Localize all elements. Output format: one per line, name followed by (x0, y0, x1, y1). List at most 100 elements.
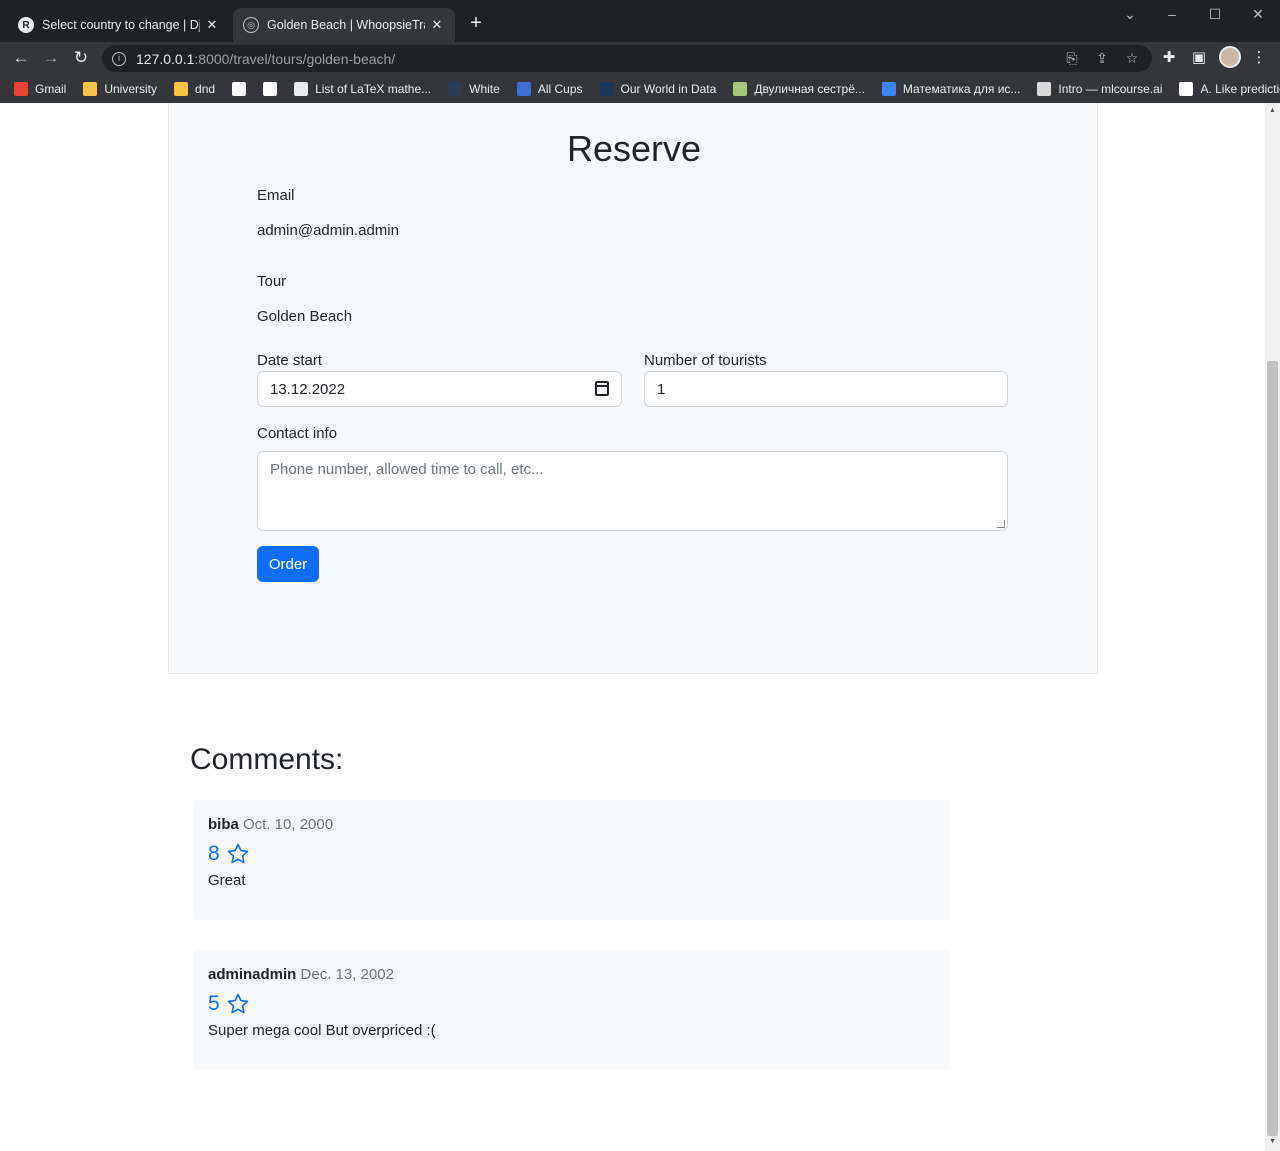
chevron-down-icon[interactable]: ⌄ (1115, 6, 1145, 23)
side-panel-icon[interactable]: ▣ (1189, 48, 1209, 66)
browser-toolbar: ← → ↻ i 127.0.0.1:8000/travel/tours/gold… (0, 42, 1280, 74)
bookmark-item[interactable] (232, 81, 253, 96)
tourists-input[interactable]: 1 (644, 371, 1008, 407)
bookmark-item[interactable]: University (83, 81, 158, 96)
bookmark-star-icon[interactable]: ☆ (1122, 50, 1142, 67)
bookmark-label: List of LaTeX mathe... (315, 81, 432, 96)
bookmark-label: University (104, 81, 158, 96)
bookmark-item[interactable]: List of LaTeX mathe... (294, 81, 432, 96)
bookmark-item[interactable]: A. Like prediction... (1179, 81, 1280, 96)
comment-rating: 8 (208, 842, 250, 866)
page-title: Reserve (566, 128, 702, 169)
date-start-input[interactable]: 13.12.2022 (257, 371, 622, 407)
back-icon[interactable]: ← (10, 47, 32, 69)
comment-date: Dec. 13, 2002 (300, 966, 394, 983)
star-icon (227, 993, 248, 1014)
window-close-icon[interactable]: ✕ (1243, 6, 1273, 23)
email-value: admin@admin.admin (257, 222, 399, 239)
extensions-icon[interactable]: ✚ (1159, 48, 1179, 66)
email-label: Email (257, 187, 295, 204)
rating-value: 8 (208, 842, 220, 865)
bookmark-label: A. Like prediction... (1200, 81, 1280, 96)
bookmark-label: Математика для ис... (902, 81, 1021, 96)
comment-header: adminadmin Dec. 13, 2002 (208, 966, 394, 983)
yandex-icon (1179, 81, 1194, 96)
new-tab-icon[interactable]: + (465, 12, 487, 35)
page-viewport: Reserve Email admin@admin.admin Tour Gol… (0, 103, 1265, 1151)
tour-value: Golden Beach (257, 308, 353, 325)
bookmark-label: White (469, 81, 500, 96)
tab-title: Select country to change | Django (42, 18, 200, 32)
page-scrollbar[interactable]: ▲ ▼ (1265, 103, 1280, 1151)
scroll-down-icon[interactable]: ▼ (1268, 1138, 1277, 1145)
bookmark-item[interactable]: Двуличная сестрё... (733, 81, 865, 96)
square-icon (448, 81, 463, 96)
reserve-panel: Reserve Email admin@admin.admin Tour Gol… (168, 103, 1098, 674)
url-path: :8000/travel/tours/golden-beach/ (194, 50, 396, 67)
tab-django-admin[interactable]: R Select country to change | Django ✕ (8, 8, 230, 42)
bookmark-label: All Cups (537, 81, 583, 96)
bookmark-item[interactable]: Математика для ис... (881, 81, 1021, 96)
date-start-value: 13.12.2022 (270, 380, 346, 398)
circle-p-icon (232, 81, 247, 96)
address-bar[interactable]: i 127.0.0.1:8000/travel/tours/golden-bea… (102, 45, 1152, 72)
bookmarks-bar: Gmail University dnd List of LaTeX mathe...… (0, 74, 1280, 103)
browser-tab-bar: R Select country to change | Django ✕ ◎ … (0, 0, 1280, 42)
url-host: 127.0.0.1 (136, 50, 195, 67)
tourists-label: Number of tourists (644, 352, 767, 369)
bookmark-item[interactable]: White (448, 81, 500, 96)
contact-info-label: Contact info (257, 425, 338, 442)
tab-golden-beach[interactable]: ◎ Golden Beach | WhoopsieTravel ✕ (233, 8, 455, 42)
gmail-icon (14, 81, 28, 96)
maximize-icon[interactable]: ☐ (1200, 6, 1230, 23)
bookmark-label: dnd (195, 81, 216, 96)
star-badge-icon (881, 81, 896, 96)
star-icon (227, 843, 248, 864)
bookmark-item[interactable]: Our World in Data (599, 81, 717, 96)
bookmark-item[interactable]: All Cups (516, 81, 583, 96)
globe-icon (733, 81, 748, 96)
avatar[interactable] (1219, 46, 1241, 68)
comment-text: Super mega cool But overpriced :( (208, 1022, 436, 1039)
bookmark-item[interactable]: Intro — mlcourse.ai (1037, 81, 1163, 96)
order-button[interactable]: Order (257, 546, 319, 582)
bookmark-item[interactable] (263, 81, 284, 96)
reload-icon[interactable]: ↻ (70, 47, 92, 69)
comment-author: adminadmin (208, 966, 297, 983)
comments-heading: Comments: (190, 743, 344, 776)
share-icon[interactable]: ⇪ (1092, 50, 1112, 67)
mlcourse-icon (1037, 81, 1052, 96)
tab-title: Golden Beach | WhoopsieTravel (267, 18, 425, 32)
tour-label: Tour (257, 273, 287, 290)
bookmark-label: Our World in Data (620, 81, 717, 96)
scroll-up-icon[interactable]: ▲ (1268, 107, 1277, 114)
close-icon[interactable]: ✕ (429, 17, 445, 33)
close-icon[interactable]: ✕ (204, 17, 220, 33)
comment-rating: 5 (208, 992, 250, 1016)
latex-icon (294, 81, 309, 96)
contact-info-textarea[interactable]: Phone number, allowed time to call, etc.… (257, 451, 1008, 531)
date-start-label: Date start (257, 352, 323, 369)
scrollbar-thumb[interactable] (1267, 361, 1278, 1136)
menu-icon[interactable]: ⋮ (1249, 48, 1269, 66)
bookmark-item[interactable]: dnd (174, 81, 216, 96)
comment-card: biba Oct. 10, 2000 8 Great (193, 800, 950, 920)
owid-icon (599, 81, 614, 96)
bookmark-label: Двуличная сестрё... (754, 81, 865, 96)
resize-handle-icon[interactable] (997, 520, 1005, 528)
forward-icon[interactable]: → (40, 47, 62, 69)
site-info-icon[interactable]: i (112, 51, 126, 66)
calendar-icon[interactable] (595, 381, 609, 396)
bookmark-label: Gmail (35, 81, 67, 96)
contact-info-placeholder: Phone number, allowed time to call, etc.… (270, 461, 544, 478)
django-favicon-icon: R (18, 17, 34, 33)
rating-value: 5 (208, 992, 220, 1015)
bookmark-item[interactable]: Gmail (14, 81, 67, 96)
globe-icon: ◎ (243, 17, 259, 33)
folder-icon (83, 81, 98, 96)
comment-header: biba Oct. 10, 2000 (208, 816, 333, 833)
translate-icon[interactable]: ⎘ (1062, 50, 1082, 67)
minimize-icon[interactable]: – (1157, 6, 1187, 22)
cup-icon (516, 81, 531, 96)
bookmark-label: Intro — mlcourse.ai (1058, 81, 1163, 96)
